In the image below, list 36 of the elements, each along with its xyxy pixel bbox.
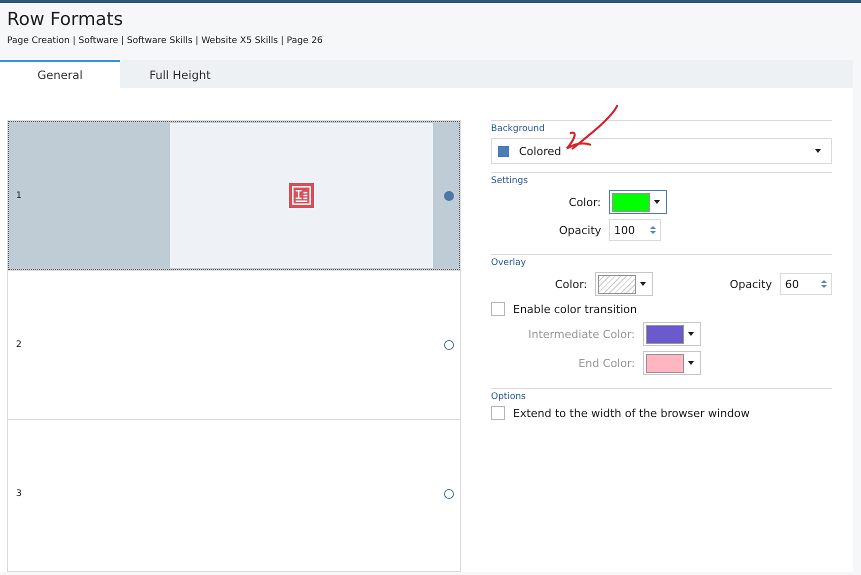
row-number: 3 xyxy=(16,489,23,499)
row-number: 2 xyxy=(16,340,23,350)
radio-indicator[interactable] xyxy=(444,340,454,350)
color-picker[interactable] xyxy=(643,351,701,375)
section-heading: Settings xyxy=(491,176,529,186)
field-label: End Color: xyxy=(577,356,635,370)
row-item[interactable]: 3 xyxy=(8,419,460,568)
color-picker[interactable] xyxy=(595,272,654,296)
radio-indicator[interactable] xyxy=(444,190,454,200)
tab[interactable]: General xyxy=(0,60,120,88)
color-picker[interactable] xyxy=(609,190,667,214)
opacity-spinner[interactable]: 60 xyxy=(780,273,832,295)
checkbox[interactable] xyxy=(491,406,505,420)
checkbox-label: Extend to the width of the browser window xyxy=(513,406,750,420)
tab[interactable]: Full Height xyxy=(120,60,240,88)
background-dropdown[interactable]: Colored xyxy=(491,138,832,164)
row-item[interactable]: 2 xyxy=(8,270,460,419)
row-item[interactable]: 1 xyxy=(8,121,460,270)
section-heading: Background xyxy=(491,124,546,134)
field-label: Opacity xyxy=(730,278,772,290)
opacity-spinner[interactable]: 100 xyxy=(609,219,661,241)
row-number: 1 xyxy=(16,190,23,200)
field-label: Intermediate Color: xyxy=(527,328,635,340)
radio-indicator[interactable] xyxy=(444,489,454,499)
color-picker[interactable] xyxy=(643,322,701,346)
section-heading: Overlay xyxy=(491,258,527,268)
checkbox[interactable] xyxy=(491,302,505,316)
section-heading: Options xyxy=(491,392,527,402)
page-title: Row Formats xyxy=(7,9,124,30)
breadcrumb: Page Creation | Software | Software Skills | Website X5 Skills | Page 26 xyxy=(7,36,324,46)
text-object-icon xyxy=(289,183,314,208)
field-label: Opacity xyxy=(559,224,601,236)
field-label: Color: xyxy=(568,196,601,208)
checkbox-label: Enable color transition xyxy=(513,302,637,316)
caret-icon xyxy=(815,149,821,153)
field-label: Color: xyxy=(555,278,588,290)
